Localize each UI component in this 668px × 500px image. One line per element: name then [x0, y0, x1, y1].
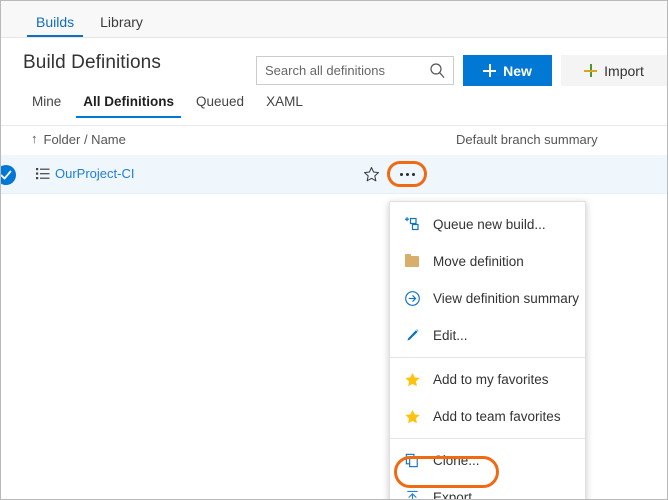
pivot-tab-bar: Mine All Definitions Queued XAML — [1, 93, 667, 121]
menu-item-clone-label: Clone... — [433, 453, 480, 468]
menu-item-add-to-team-favorites-label: Add to team favorites — [433, 409, 561, 424]
context-menu: Queue new build... Move definition View … — [389, 201, 586, 500]
menu-item-add-to-my-favorites-label: Add to my favorites — [433, 372, 549, 387]
export-up-arrow-icon — [402, 489, 422, 500]
new-button-label: New — [503, 63, 532, 79]
build-definition-icon — [36, 167, 50, 181]
column-header-branch-summary[interactable]: Default branch summary — [456, 132, 598, 147]
column-header-folder-name[interactable]: ↑ Folder / Name — [31, 132, 126, 147]
hub-tab-library[interactable]: Library — [87, 15, 156, 37]
import-button-label: Import — [604, 63, 644, 79]
plus-icon — [483, 64, 496, 77]
hub-tab-builds-label: Builds — [36, 14, 74, 30]
row-selected-checkmark[interactable] — [0, 165, 16, 185]
sort-ascending-icon: ↑ — [31, 132, 38, 145]
menu-item-clone[interactable]: Clone... — [390, 442, 585, 479]
table-header: ↑ Folder / Name Default branch summary — [1, 125, 667, 156]
star-outline-icon[interactable] — [363, 166, 380, 183]
queue-build-icon — [402, 216, 422, 234]
menu-item-move-definition[interactable]: Move definition — [390, 243, 585, 280]
menu-separator — [390, 357, 585, 358]
menu-item-edit[interactable]: Edit... — [390, 317, 585, 354]
menu-item-view-definition-summary-label: View definition summary — [433, 291, 579, 306]
tab-queued-label: Queued — [196, 94, 244, 109]
table-row[interactable]: OurProject-CI — [1, 155, 667, 194]
menu-item-add-to-my-favorites[interactable]: Add to my favorites — [390, 361, 585, 398]
folder-icon — [402, 253, 422, 271]
import-button[interactable]: Import — [561, 55, 667, 86]
search-box[interactable] — [256, 56, 454, 85]
menu-item-export-label: Export — [433, 490, 472, 500]
row-definition-name[interactable]: OurProject-CI — [55, 166, 134, 181]
tab-all-definitions[interactable]: All Definitions — [72, 93, 185, 118]
menu-item-export[interactable]: Export — [390, 479, 585, 500]
tab-xaml[interactable]: XAML — [255, 93, 314, 118]
tab-queued[interactable]: Queued — [185, 93, 255, 118]
column-header-folder-name-label: Folder / Name — [44, 132, 126, 147]
search-icon[interactable] — [429, 62, 446, 79]
hub-tab-library-label: Library — [100, 14, 143, 30]
column-header-branch-summary-label: Default branch summary — [456, 132, 598, 147]
hub-tab-builds[interactable]: Builds — [23, 15, 87, 37]
menu-separator — [390, 438, 585, 439]
ellipsis-icon[interactable] — [392, 166, 422, 182]
tab-mine[interactable]: Mine — [21, 93, 72, 118]
arrow-circle-right-icon — [402, 290, 422, 308]
new-button[interactable]: New — [463, 55, 552, 86]
menu-item-edit-label: Edit... — [433, 328, 468, 343]
tab-mine-label: Mine — [32, 94, 61, 109]
hub-tab-bar: Builds Library — [1, 1, 667, 38]
star-filled-icon — [402, 408, 422, 426]
plus-icon — [584, 64, 597, 77]
pencil-icon — [402, 327, 422, 345]
menu-item-add-to-team-favorites[interactable]: Add to team favorites — [390, 398, 585, 435]
menu-item-view-definition-summary[interactable]: View definition summary — [390, 280, 585, 317]
menu-item-queue-new-build-label: Queue new build... — [433, 217, 546, 232]
tab-xaml-label: XAML — [266, 94, 303, 109]
page-title: Build Definitions — [23, 52, 161, 74]
search-input[interactable] — [257, 57, 417, 84]
tab-all-definitions-label: All Definitions — [83, 94, 174, 109]
menu-item-move-definition-label: Move definition — [433, 254, 524, 269]
menu-item-queue-new-build[interactable]: Queue new build... — [390, 206, 585, 243]
build-definitions-page: Builds Library Build Definitions New Imp… — [0, 0, 668, 500]
copy-icon — [402, 452, 422, 470]
star-filled-icon — [402, 371, 422, 389]
